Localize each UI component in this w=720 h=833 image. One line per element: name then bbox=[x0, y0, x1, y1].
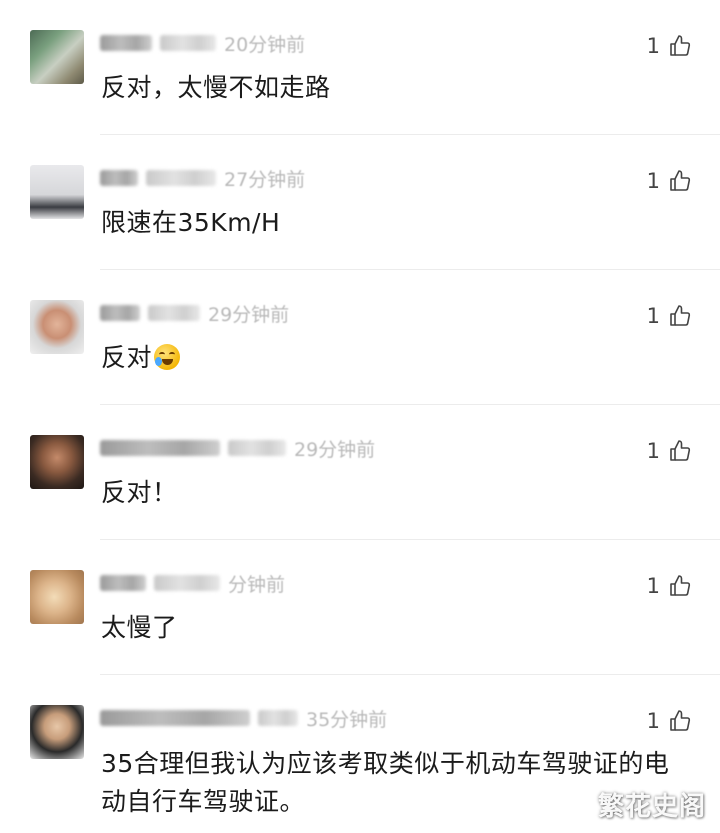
avatar[interactable] bbox=[30, 435, 84, 489]
comment-meta: 35分钟前 bbox=[100, 705, 387, 731]
thumbs-up-icon bbox=[668, 169, 692, 193]
like-button[interactable]: 1 bbox=[647, 169, 692, 193]
comment-text: 太慢了 bbox=[101, 613, 178, 642]
like-button[interactable]: 1 bbox=[647, 439, 692, 463]
like-count: 1 bbox=[646, 574, 660, 598]
location-redacted bbox=[228, 440, 286, 456]
comment-item: 29分钟前 1 反对 bbox=[0, 270, 720, 405]
like-button[interactable]: 1 bbox=[647, 574, 692, 598]
comment-time: 20分钟前 bbox=[224, 33, 306, 56]
comment-item: 27分钟前 1 限速在35Km/H bbox=[0, 135, 720, 270]
avatar[interactable] bbox=[30, 30, 84, 84]
thumbs-up-icon bbox=[668, 34, 692, 58]
comment-meta: 分钟前 bbox=[100, 570, 285, 596]
comment-time: 27分钟前 bbox=[224, 168, 306, 191]
crying-laughing-emoji-icon bbox=[154, 344, 181, 370]
location-redacted bbox=[154, 575, 220, 591]
username-redacted[interactable] bbox=[100, 575, 146, 591]
comment-meta: 20分钟前 bbox=[100, 30, 305, 56]
like-count: 1 bbox=[646, 304, 660, 328]
comment-time: 35分钟前 bbox=[306, 708, 388, 731]
comment-text: 反对！ bbox=[101, 478, 178, 507]
comment-time: 29分钟前 bbox=[294, 438, 376, 461]
watermark: 繁花史阁 bbox=[597, 792, 706, 822]
like-count: 1 bbox=[646, 439, 660, 463]
avatar[interactable] bbox=[30, 165, 84, 219]
username-redacted[interactable] bbox=[100, 440, 220, 456]
like-button[interactable]: 1 bbox=[647, 304, 692, 328]
thumbs-up-icon bbox=[668, 574, 692, 598]
comment-time: 29分钟前 bbox=[208, 303, 290, 326]
like-count: 1 bbox=[646, 169, 660, 193]
comment-meta: 27分钟前 bbox=[100, 165, 305, 191]
like-count: 1 bbox=[646, 709, 660, 733]
comment-time: 分钟前 bbox=[228, 573, 286, 596]
like-count: 1 bbox=[646, 34, 660, 58]
location-redacted bbox=[146, 170, 216, 186]
comment-text-row: 反对 bbox=[101, 338, 694, 378]
thumbs-up-icon bbox=[668, 439, 692, 463]
avatar[interactable] bbox=[30, 300, 84, 354]
location-redacted bbox=[258, 710, 298, 726]
comment-item: 29分钟前 1 反对！ bbox=[0, 405, 720, 540]
location-redacted bbox=[148, 305, 200, 321]
thumbs-up-icon bbox=[668, 304, 692, 328]
comment-text: 反对 bbox=[101, 343, 153, 372]
like-button[interactable]: 1 bbox=[647, 34, 692, 58]
comment-text: 限速在35Km/H bbox=[101, 208, 281, 237]
like-button[interactable]: 1 bbox=[647, 709, 692, 733]
username-redacted[interactable] bbox=[100, 170, 138, 186]
comment-meta: 29分钟前 bbox=[100, 435, 375, 461]
username-redacted[interactable] bbox=[100, 305, 140, 321]
avatar[interactable] bbox=[30, 705, 84, 759]
comment-item: 分钟前 1 太慢了 bbox=[0, 540, 720, 675]
thumbs-up-icon bbox=[668, 709, 692, 733]
comment-text: 反对，太慢不如走路 bbox=[101, 73, 331, 102]
avatar[interactable] bbox=[30, 570, 84, 624]
location-redacted bbox=[160, 35, 216, 51]
comment-item: 20分钟前 1 反对，太慢不如走路 bbox=[0, 0, 720, 135]
username-redacted[interactable] bbox=[100, 710, 250, 726]
comment-meta: 29分钟前 bbox=[100, 300, 289, 326]
username-redacted[interactable] bbox=[100, 35, 152, 51]
